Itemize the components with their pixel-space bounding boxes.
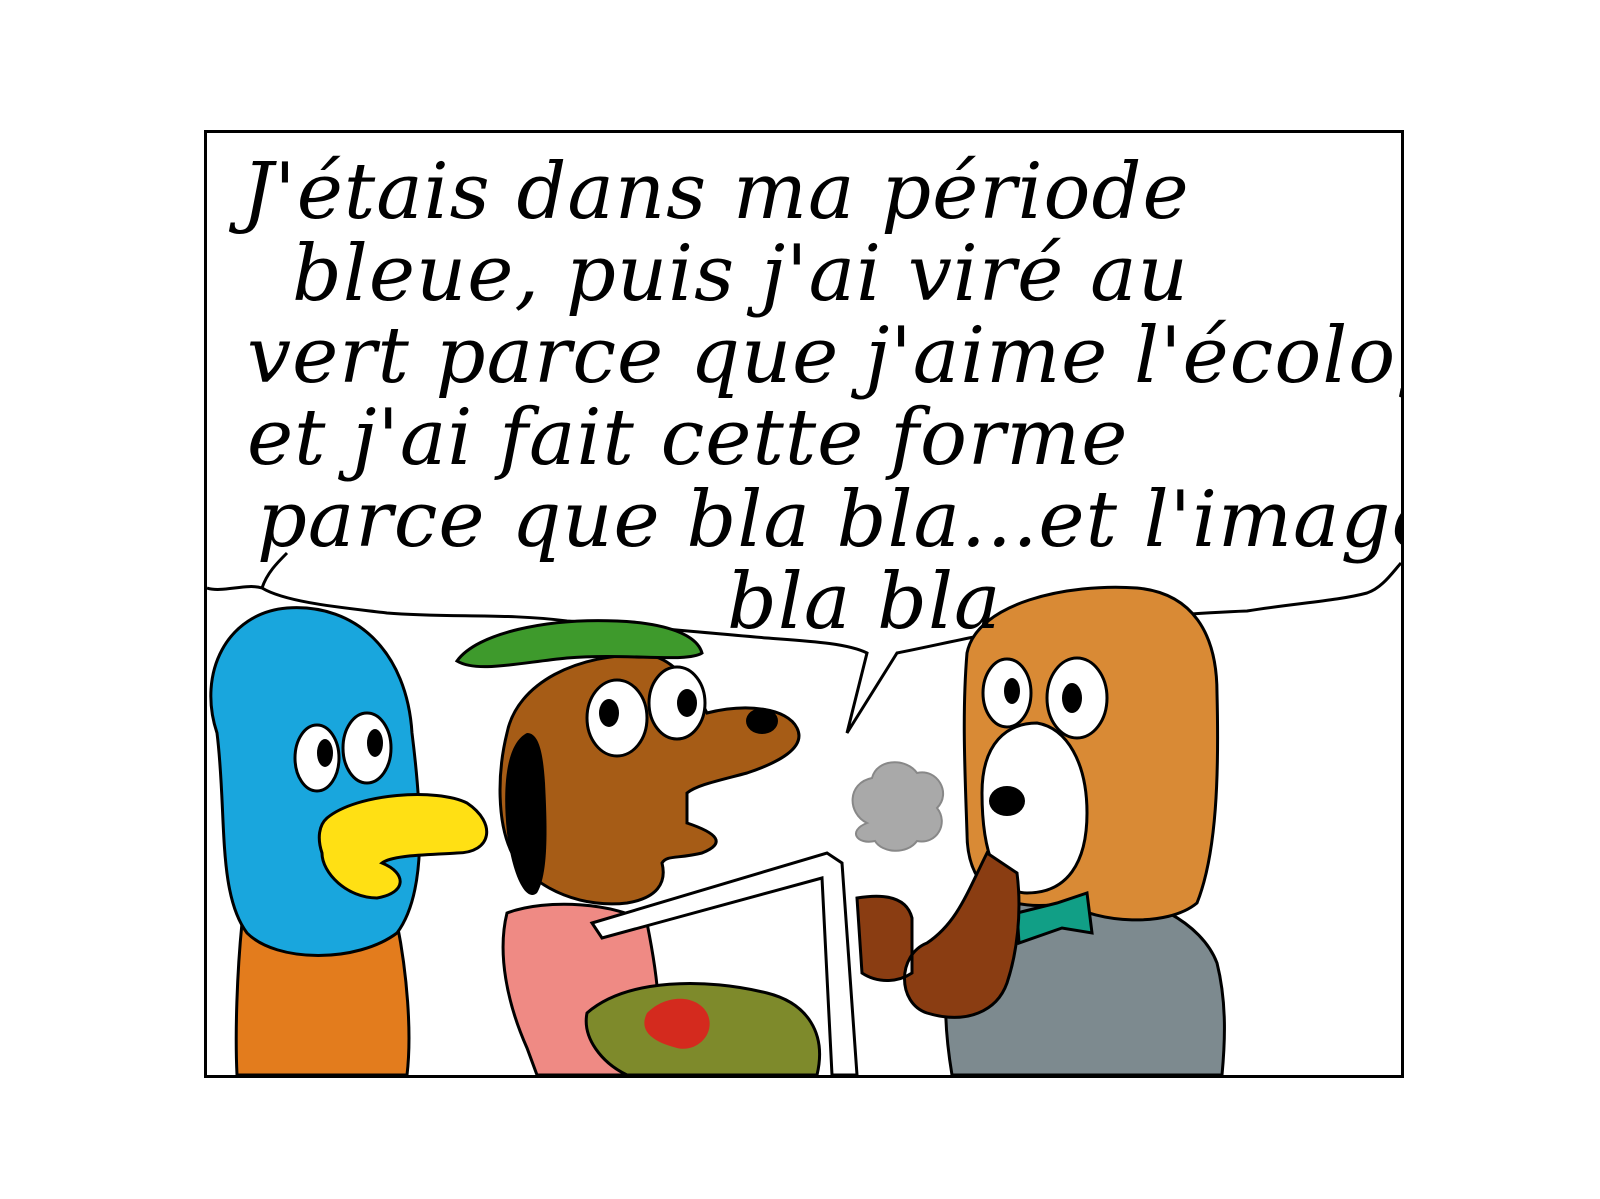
painter-ear [505, 733, 547, 895]
painter-nose [746, 708, 778, 734]
painter-pupil-left [599, 699, 619, 727]
duck-eye-right [341, 711, 393, 785]
duck-pupil-right [367, 729, 383, 757]
beagle-character [851, 585, 1226, 1075]
beagle-pupil-left [1004, 678, 1020, 704]
beagle-nose [989, 786, 1025, 816]
comic-scene [207, 551, 1401, 1075]
duck-character [209, 606, 489, 1075]
smoke-puff [851, 761, 944, 852]
duck-pupil-left [317, 739, 333, 767]
painter-pupil-right [677, 689, 697, 717]
beagle-pupil-right [1062, 683, 1082, 713]
painter-dog-character [454, 619, 859, 1075]
pipe [855, 850, 1021, 1019]
comic-panel: J'étais dans ma période bleue, puis j'ai… [204, 130, 1404, 1078]
